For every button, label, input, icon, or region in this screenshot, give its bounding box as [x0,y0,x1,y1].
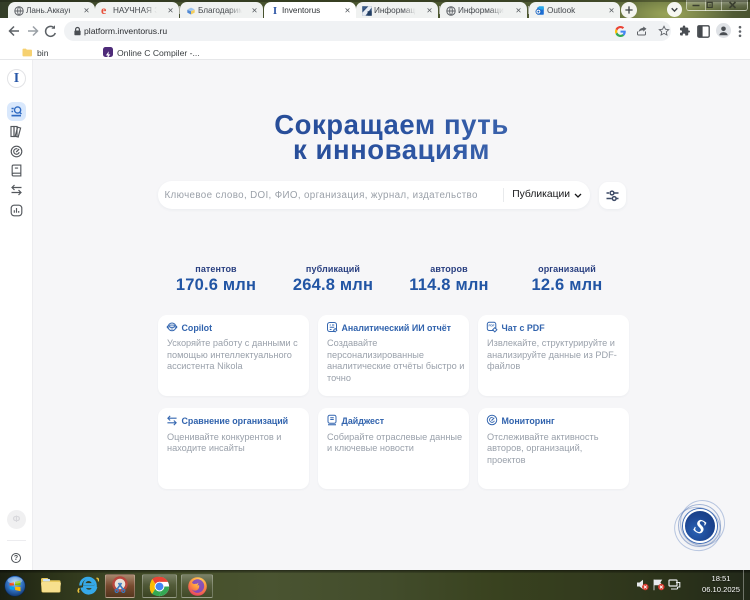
svg-text:PDF: PDF [489,323,495,327]
